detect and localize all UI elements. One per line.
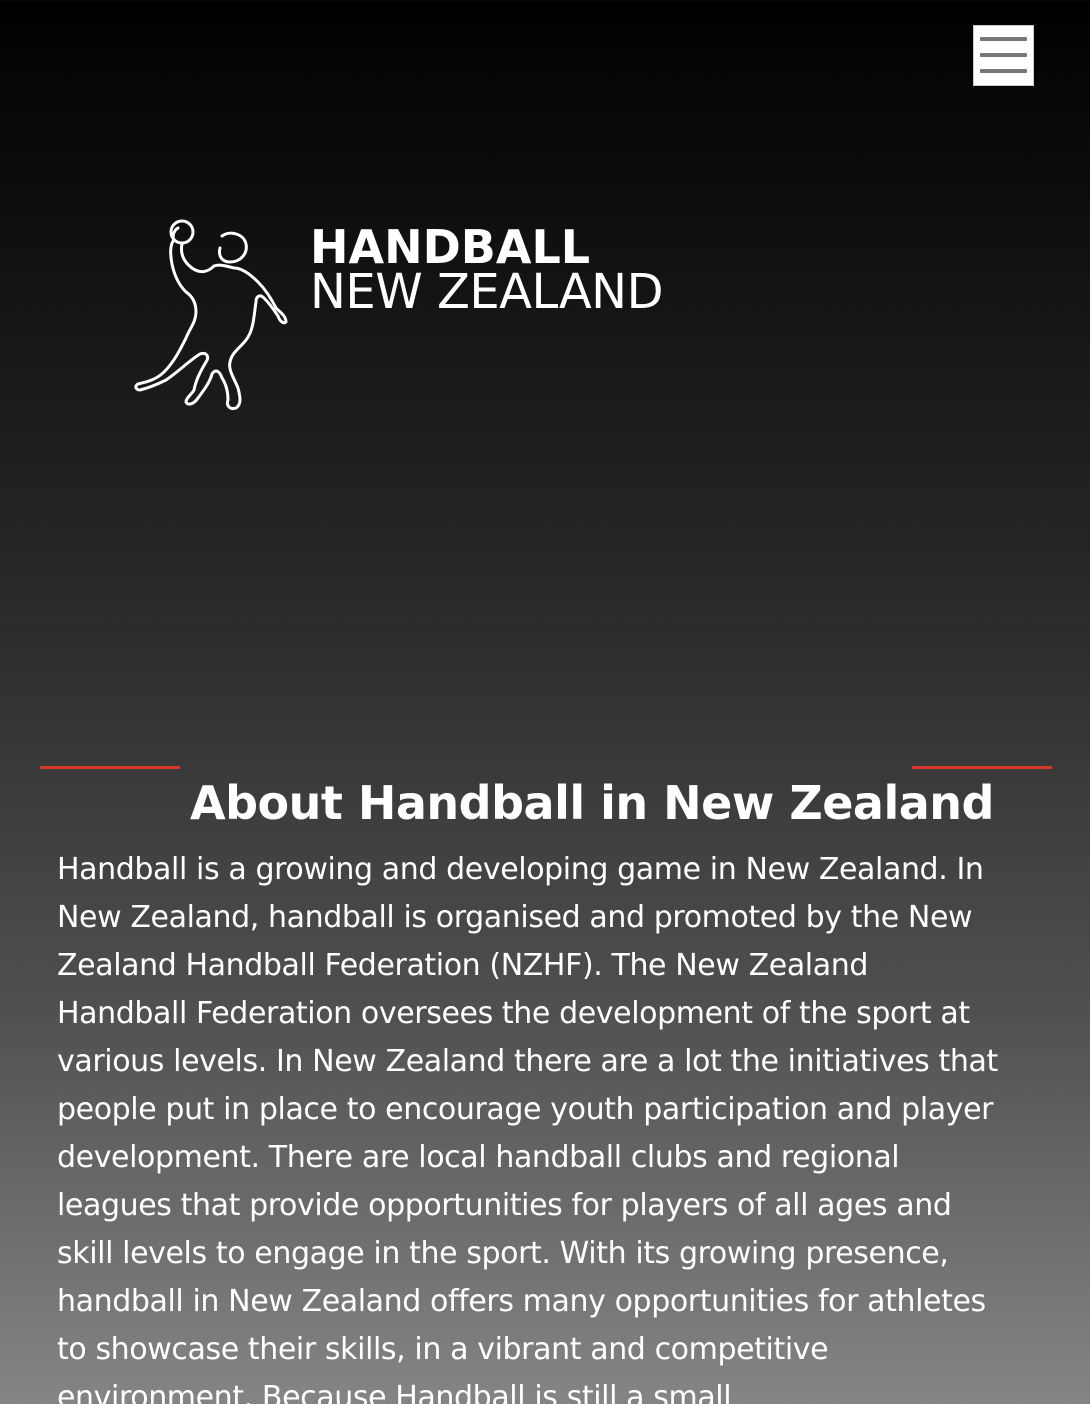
hamburger-menu-icon-bar <box>980 53 1027 57</box>
section-title: About Handball in New Zealand <box>190 776 994 831</box>
heading-divider-left <box>40 766 180 769</box>
about-heading: About Handball in New Zealand <box>40 736 1052 830</box>
about-paragraph: Handball is a growing and developing gam… <box>57 852 998 1404</box>
heading-divider-right <box>912 766 1052 769</box>
logo-text-new-zealand: NEW ZEALAND <box>310 264 664 320</box>
hamburger-menu-icon-bar <box>980 69 1027 73</box>
menu-button[interactable] <box>973 25 1034 86</box>
hamburger-menu-icon <box>980 37 1027 41</box>
site-logo[interactable]: HANDBALL NEW ZEALAND <box>130 212 690 422</box>
handball-player-outline-icon <box>134 219 288 410</box>
